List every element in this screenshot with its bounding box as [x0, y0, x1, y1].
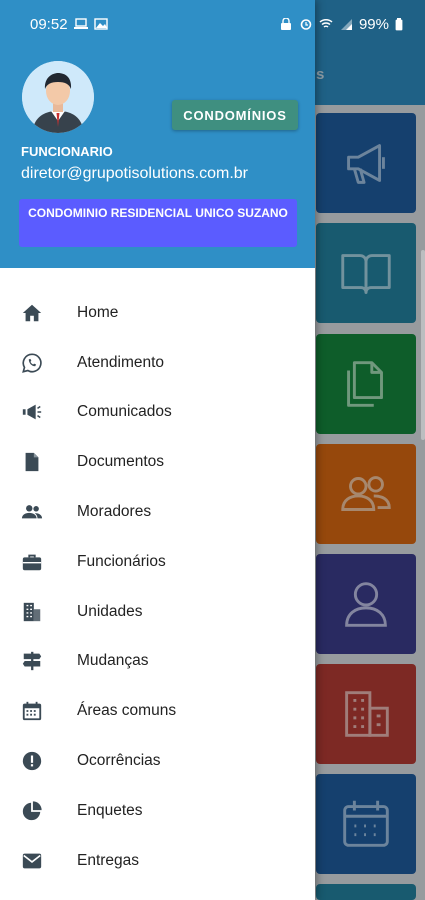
menu-item-mudancas[interactable]: Mudanças	[0, 637, 315, 687]
calendar-icon	[20, 699, 44, 723]
menu-item-funcionarios[interactable]: Funcionários	[0, 537, 315, 587]
drawer-menu: Home Atendimento Comunicados Documentos …	[0, 288, 315, 886]
mail-icon	[20, 849, 44, 873]
menu-label: Home	[77, 303, 119, 321]
megaphone-icon	[20, 400, 44, 424]
condominios-button[interactable]: CONDOMÍNIOS	[172, 100, 298, 130]
laptop-icon	[73, 18, 88, 29]
image-icon	[93, 18, 108, 30]
navigation-drawer: CONDOMÍNIOS FUNCIONARIO diretor@grupotis…	[0, 0, 315, 900]
menu-label: Enquetes	[77, 801, 143, 819]
menu-item-comunicados[interactable]: Comunicados	[0, 388, 315, 438]
menu-label: Moradores	[77, 503, 152, 521]
menu-item-entregas[interactable]: Entregas	[0, 836, 315, 886]
menu-item-ocorrencias[interactable]: Ocorrências	[0, 736, 315, 786]
menu-label: Funcionários	[77, 552, 166, 570]
menu-item-enquetes[interactable]: Enquetes	[0, 786, 315, 836]
wifi-icon	[319, 18, 333, 28]
building-icon	[20, 600, 44, 624]
background-scrollbar[interactable]	[421, 250, 425, 440]
user-role: FUNCIONARIO	[21, 144, 113, 159]
document-icon	[20, 450, 44, 474]
menu-label: Mudanças	[77, 652, 149, 670]
status-bar: 09:52 99%	[0, 0, 425, 48]
menu-item-atendimento[interactable]: Atendimento	[0, 338, 315, 388]
menu-label: Atendimento	[77, 353, 165, 371]
menu-item-home[interactable]: Home	[0, 288, 315, 338]
battery-icon	[395, 17, 403, 30]
menu-label: Áreas comuns	[77, 702, 177, 720]
condominium-name-badge[interactable]: CONDOMINIO RESIDENCIAL UNICO SUZANO	[19, 199, 297, 247]
briefcase-icon	[20, 550, 44, 574]
status-right: 99%	[279, 16, 403, 33]
alarm-icon	[300, 19, 312, 30]
avatar[interactable]	[22, 61, 94, 133]
status-left: 09:52	[30, 16, 108, 33]
menu-item-documentos[interactable]: Documentos	[0, 437, 315, 487]
alert-icon	[20, 749, 44, 773]
menu-label: Documentos	[77, 453, 165, 471]
avatar-icon	[22, 61, 94, 133]
signpost-icon	[20, 649, 44, 673]
whatsapp-icon	[20, 351, 44, 375]
user-email: diretor@grupotisolutions.com.br	[21, 165, 249, 182]
people-icon	[20, 500, 44, 524]
menu-item-moradores[interactable]: Moradores	[0, 487, 315, 537]
menu-label: Ocorrências	[77, 752, 161, 770]
menu-label: Entregas	[77, 851, 140, 869]
menu-item-areas-comuns[interactable]: Áreas comuns	[0, 686, 315, 736]
home-icon	[20, 301, 44, 325]
status-time: 09:52	[30, 15, 68, 33]
menu-item-unidades[interactable]: Unidades	[0, 587, 315, 637]
pie-chart-icon	[20, 799, 44, 823]
menu-label: Unidades	[77, 602, 143, 620]
signal-icon	[340, 19, 352, 30]
lock-icon	[280, 18, 291, 30]
menu-label: Comunicados	[77, 403, 172, 421]
battery-percent: 99%	[358, 15, 389, 33]
